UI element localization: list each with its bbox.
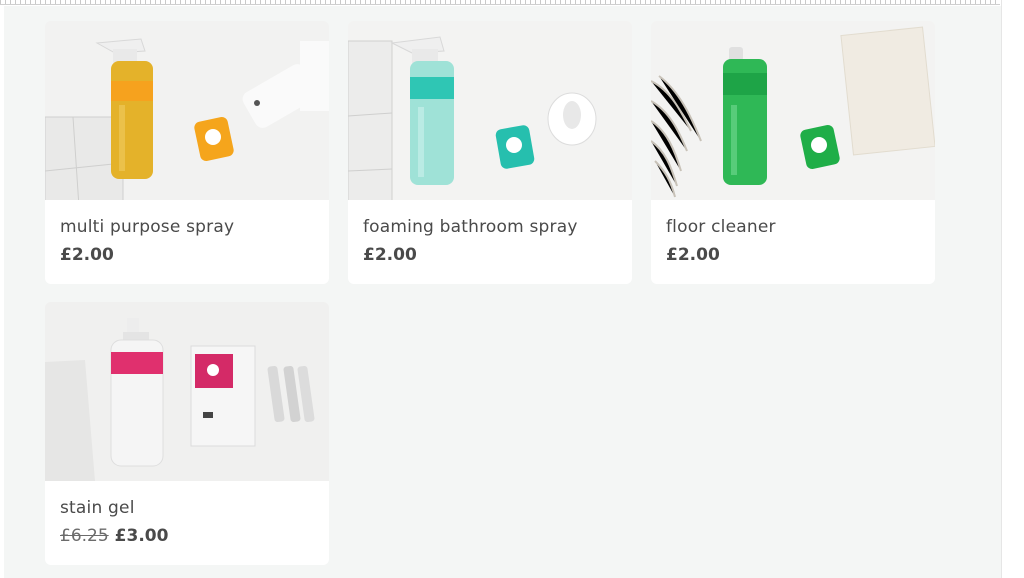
product-card-floor-cleaner[interactable]: floor cleaner £2.00 <box>651 21 935 284</box>
window-edge <box>1001 0 1024 578</box>
price-row: £2.00 <box>363 245 417 265</box>
sale-price: £3.00 <box>114 526 169 546</box>
pump-bottle-icon <box>45 302 329 481</box>
product-name[interactable]: floor cleaner <box>666 217 776 237</box>
top-ruler <box>0 0 1000 5</box>
product-card-multi-purpose-spray[interactable]: multi purpose spray £2.00 <box>45 21 329 284</box>
price-row: £6.25 £3.00 <box>60 526 168 546</box>
original-price: £6.25 <box>60 526 109 546</box>
price-row: £2.00 <box>60 245 114 265</box>
product-price: £2.00 <box>363 245 417 265</box>
product-card-foaming-bathroom-spray[interactable]: foaming bathroom spray £2.00 <box>348 21 632 284</box>
product-name[interactable]: stain gel <box>60 498 135 518</box>
product-name[interactable]: foaming bathroom spray <box>363 217 578 237</box>
product-image[interactable] <box>348 21 632 200</box>
product-image[interactable] <box>45 21 329 200</box>
product-price: £2.00 <box>666 245 720 265</box>
product-name[interactable]: multi purpose spray <box>60 217 234 237</box>
product-image[interactable] <box>651 21 935 200</box>
spray-bottle-icon <box>348 21 632 200</box>
bottle-icon <box>651 21 935 200</box>
product-grid: multi purpose spray £2.00 foaming bathro… <box>4 6 1001 578</box>
price-row: £2.00 <box>666 245 720 265</box>
product-price: £2.00 <box>60 245 114 265</box>
product-card-stain-gel[interactable]: stain gel £6.25 £3.00 <box>45 302 329 565</box>
product-image[interactable] <box>45 302 329 481</box>
spray-bottle-icon <box>45 21 329 200</box>
